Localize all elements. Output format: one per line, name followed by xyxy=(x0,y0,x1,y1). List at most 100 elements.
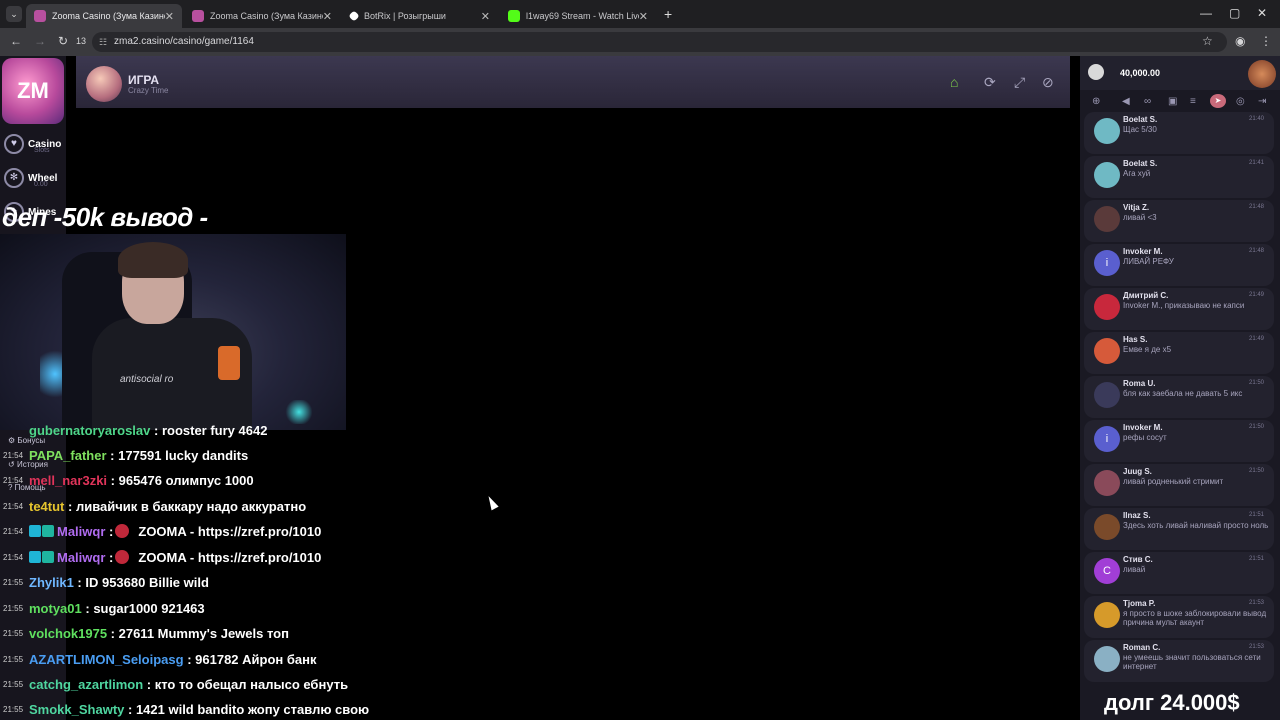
new-tab-button[interactable]: + xyxy=(664,6,672,22)
chat-user: AZARTLIMON_Seloipasg xyxy=(29,651,184,667)
game-title: ИГРА xyxy=(128,73,160,87)
tab-search-icon[interactable]: ⌄ xyxy=(6,6,22,22)
chat-time: 21:55 xyxy=(3,603,24,613)
list-icon[interactable]: ≡ xyxy=(1190,96,1196,107)
menu-kebab-icon[interactable]: ⋮ xyxy=(1260,34,1272,48)
chat-message: Дмитрий С. 21:49 Invoker M., приказываю … xyxy=(1084,288,1274,330)
tab-botrix[interactable]: BotRix | Розыгрыши ✕ xyxy=(342,4,498,28)
zooma-favicon xyxy=(192,10,204,22)
home-icon[interactable]: ⌂ xyxy=(950,74,958,90)
webcam-feed: antisocial ro xyxy=(0,234,346,430)
casino-page: ZM ♥ Casino Slots ✻ Wheel 0.00 ✦ Mines И… xyxy=(0,56,1280,720)
telegram-icon[interactable]: ➤ xyxy=(1210,94,1226,108)
extension-counter[interactable]: 13 xyxy=(76,36,86,46)
botrix-favicon xyxy=(348,10,360,22)
close-icon[interactable]: ✕ xyxy=(481,10,490,23)
rail-sublabel: 0.00 xyxy=(34,181,48,188)
message-author: Invoker M. xyxy=(1123,423,1163,432)
restore-icon[interactable]: ▢ xyxy=(1229,6,1240,20)
gift-icon[interactable]: ▣ xyxy=(1168,96,1177,107)
tab-title: Zooma Casino (Зума Казино) о xyxy=(210,11,323,21)
debt-overlay-text: долг 24.000$ xyxy=(1104,690,1240,715)
close-icon[interactable]: ✕ xyxy=(323,10,332,23)
message-text: не умеешь значит пользоваться сети интер… xyxy=(1123,653,1261,671)
message-time: 21:50 xyxy=(1248,424,1264,430)
stream-chat-overlay: ⚙ Бонусы ↺ История ? Помощь gubernatorya… xyxy=(0,422,470,720)
chat-message: Vitja Z. 21:48 ливай <3 xyxy=(1084,200,1274,242)
message-author: Vitja Z. xyxy=(1123,203,1150,212)
message-author: Roman C. xyxy=(1123,643,1161,652)
close-window-icon[interactable]: ✕ xyxy=(1257,6,1267,20)
message-author: Ilnaz S. xyxy=(1123,511,1151,520)
coins-icon xyxy=(1088,64,1104,80)
zooma-favicon xyxy=(34,10,46,22)
chat-message: Has S. 21:49 Емве я де х5 xyxy=(1084,332,1274,374)
chat-line: gubernatoryaroslav : rooster fury 4642 xyxy=(0,422,267,441)
tab-zooma-1[interactable]: Zooma Casino (Зума Казино) о ✕ xyxy=(26,4,182,28)
message-time: 21:40 xyxy=(1248,116,1264,122)
zooma-logo[interactable]: ZM xyxy=(2,58,64,124)
chat-time: 21:54 xyxy=(3,526,24,536)
wheel-icon: ✻ xyxy=(4,168,24,188)
rail-item-wheel[interactable]: ✻ Wheel 0.00 xyxy=(4,164,66,192)
tab-kick-stream[interactable]: l1way69 Stream - Watch Live o ✕ xyxy=(500,4,656,28)
fullscreen-icon[interactable]: ⤢ xyxy=(1014,74,1025,91)
minimize-icon[interactable]: — xyxy=(1200,6,1212,20)
message-time: 21:49 xyxy=(1248,336,1264,342)
message-author: Стив С. xyxy=(1123,555,1153,564)
user-avatar-icon xyxy=(1094,514,1120,540)
bookmark-star-icon[interactable]: ☆ xyxy=(1202,34,1213,48)
user-avatar-icon xyxy=(1094,162,1120,188)
chat-text: : 177591 lucky dandits xyxy=(110,447,249,463)
chat-text: : 1421 wild bandito жопу ставлю свою xyxy=(128,701,370,717)
chat-message: Boelat S. 21:40 Щас 5/30 xyxy=(1084,112,1274,154)
subscriber-badge-icon xyxy=(29,551,41,563)
chat-line: 21:55 Smokk_Shawty : 1421 wild bandito ж… xyxy=(0,698,369,720)
chat-user: Maliwqr xyxy=(57,523,106,539)
chat-time: 21:54 xyxy=(3,552,24,562)
message-time: 21:53 xyxy=(1248,600,1264,606)
user-avatar[interactable] xyxy=(1248,60,1276,88)
user-avatar-icon xyxy=(1094,382,1120,408)
drink-can xyxy=(218,346,240,380)
close-icon[interactable]: ✕ xyxy=(639,10,648,23)
back-icon[interactable]: ← xyxy=(10,34,22,48)
message-text: Емве я де х5 xyxy=(1123,345,1172,354)
user-avatar-icon xyxy=(1094,294,1120,320)
chat-promo: ZOOMA - https://zref.pro/1010 xyxy=(138,549,322,565)
chat-message: Ilnaz S. 21:51 Здесь хоть ливай наливай … xyxy=(1084,508,1274,550)
language-flag-icon[interactable]: ⊕ xyxy=(1092,96,1100,107)
chat-time: 21:54 xyxy=(3,450,24,460)
rail-item-casino[interactable]: ♥ Casino Slots xyxy=(4,130,66,158)
message-time: 21:51 xyxy=(1248,512,1264,518)
rail-sublabel: Slots xyxy=(34,147,50,154)
forward-icon[interactable]: → xyxy=(34,34,46,48)
message-author: Invoker M. xyxy=(1123,247,1163,256)
browser-tab-bar: ⌄ Zooma Casino (Зума Казино) о ✕ Zooma C… xyxy=(0,0,1280,28)
message-author: Roma U. xyxy=(1123,379,1156,388)
chat-text: : xyxy=(109,549,114,565)
chat-promo: ZOOMA - https://zref.pro/1010 xyxy=(138,523,322,539)
url-text: zma2.casino/casino/game/1164 xyxy=(114,36,254,47)
link-icon[interactable]: ∞ xyxy=(1144,96,1151,107)
close-icon[interactable]: ✕ xyxy=(165,10,174,23)
site-settings-icon[interactable]: ☷ xyxy=(99,32,107,52)
tab-zooma-2[interactable]: Zooma Casino (Зума Казино) о ✕ xyxy=(184,4,340,28)
sound-icon[interactable]: ◀ xyxy=(1122,96,1130,107)
chat-time: 21:54 xyxy=(3,475,24,485)
chat-user: Zhylik1 xyxy=(29,574,74,590)
chat-line: 21:55 Zhylik1 : ID 953680 Billie wild xyxy=(0,571,209,593)
message-text: ливай <3 xyxy=(1123,213,1157,222)
shirt-print: antisocial ro xyxy=(120,374,174,385)
refresh-icon[interactable]: ⟳ xyxy=(984,74,996,91)
url-field[interactable]: ☷ zma2.casino/casino/game/1164 xyxy=(92,32,1227,52)
support-icon[interactable]: ◎ xyxy=(1236,96,1245,107)
chat-time: 21:54 xyxy=(3,501,24,511)
hide-icon[interactable]: ⊘ xyxy=(1042,74,1054,91)
message-author: Juug S. xyxy=(1123,467,1152,476)
logout-icon[interactable]: ⇥ xyxy=(1258,96,1266,107)
chat-text: : 27611 Mummy's Jewels топ xyxy=(110,625,289,641)
profile-icon[interactable]: ◉ xyxy=(1235,34,1245,48)
reload-icon[interactable]: ↻ xyxy=(58,34,68,48)
chat-message: Roman C. 21:53 не умеешь значит пользова… xyxy=(1084,640,1274,682)
